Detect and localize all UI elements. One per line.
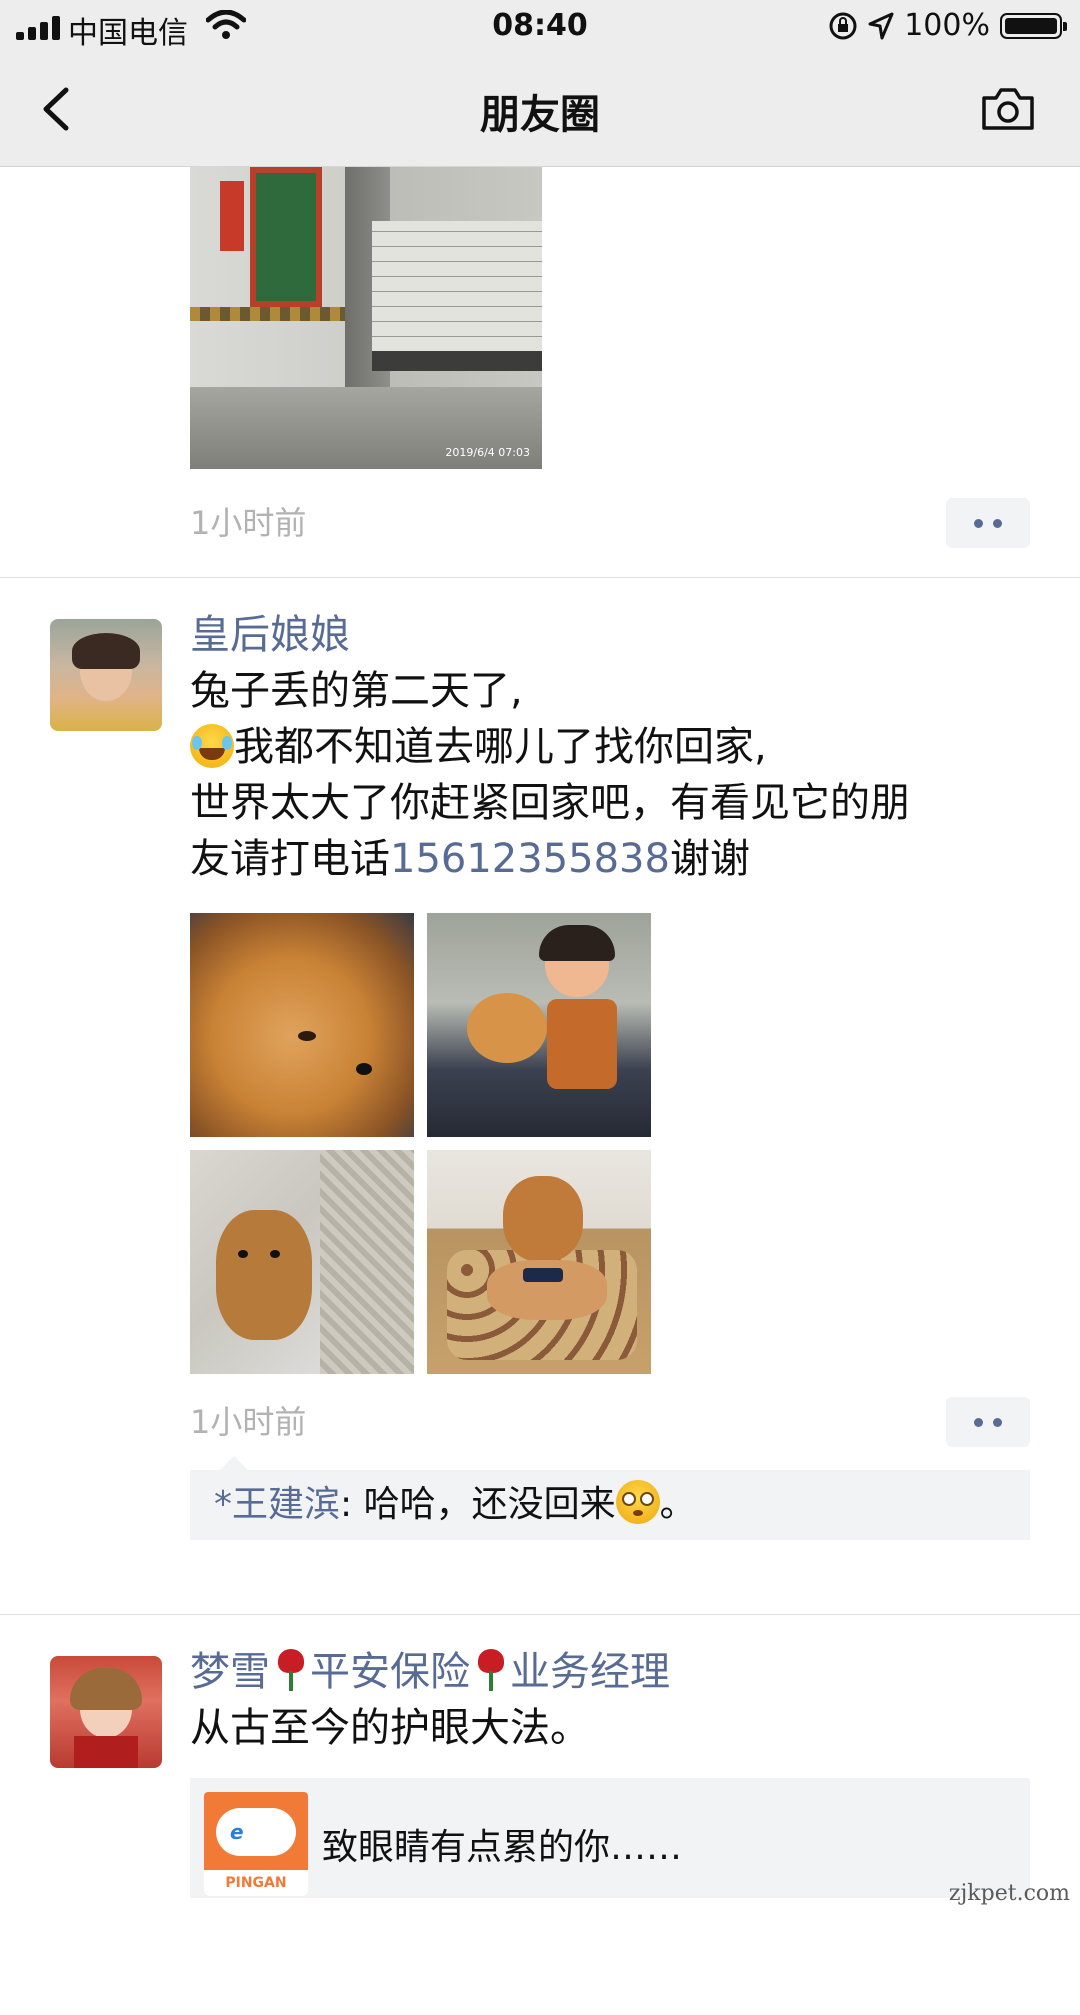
camera-icon[interactable] bbox=[980, 86, 1036, 132]
rotation-lock-icon bbox=[829, 12, 857, 39]
post-photo[interactable]: 2019/6/4 07:03 bbox=[190, 167, 542, 469]
pingan-logo: e PINGAN bbox=[204, 1792, 308, 1896]
shared-link-card[interactable]: e PINGAN 致眼睛有点累的你…… bbox=[190, 1778, 1030, 1898]
laughing-tears-emoji-icon bbox=[190, 724, 234, 768]
top-bar: 中国电信 08:40 100% 朋友圈 bbox=[0, 0, 1080, 167]
post-text: 兔子丢的第二天了, 我都不知道去哪儿了找你回家, 世界太大了你赶紧回家吧，有看见… bbox=[190, 663, 1030, 887]
moment-post: 梦雪 平安保险 业务经理 从古至今的护眼大法。 e PINGAN 致眼睛有点累的你…… bbox=[0, 1615, 1080, 2015]
dog-photo[interactable] bbox=[190, 913, 414, 1137]
comment-text: 哈哈，还没回来 bbox=[363, 1484, 616, 1525]
comment-separator: : bbox=[340, 1484, 364, 1525]
rose-icon bbox=[270, 1647, 310, 1691]
more-actions-button[interactable] bbox=[946, 498, 1030, 548]
shared-link-title: 致眼睛有点累的你…… bbox=[322, 1827, 683, 1868]
author-name[interactable]: 皇后娘娘 bbox=[190, 607, 1030, 663]
battery-icon bbox=[1000, 12, 1067, 39]
avatar[interactable] bbox=[50, 1656, 162, 1768]
post-line: 世界太大了你赶紧回家吧，有看见它的朋 bbox=[190, 780, 910, 826]
moment-post: 2019/6/4 07:03 1小时前 bbox=[0, 167, 1080, 578]
location-icon bbox=[868, 12, 894, 39]
photo-timestamp: 2019/6/4 07:03 bbox=[445, 446, 530, 459]
comment-tail: 。 bbox=[659, 1484, 696, 1525]
post-line-wrap: 我都不知道去哪儿了找你回家, bbox=[190, 719, 1030, 775]
logo-caption: PINGAN bbox=[204, 1870, 308, 1896]
post-line-wrap: 友请打电话15612355838谢谢 bbox=[190, 831, 1030, 887]
commenter-name[interactable]: *王建滨 bbox=[214, 1484, 340, 1525]
photo-grid bbox=[190, 913, 1030, 1374]
author-name-part: 平安保险 bbox=[310, 1649, 470, 1695]
page-title: 朋友圈 bbox=[480, 92, 600, 138]
post-time: 1小时前 bbox=[190, 1403, 307, 1441]
post-time: 1小时前 bbox=[190, 504, 307, 542]
post-line: 友请打电话 bbox=[190, 836, 390, 882]
dog-photo[interactable] bbox=[427, 1150, 651, 1374]
status-right: 100% bbox=[828, 8, 1067, 43]
author-name[interactable]: 梦雪 平安保险 业务经理 bbox=[190, 1644, 1030, 1700]
post-meta: 1小时前 bbox=[190, 1392, 1030, 1452]
post-line: 我都不知道去哪儿了找你回家, bbox=[234, 724, 767, 770]
moments-feed: 2019/6/4 07:03 1小时前 皇后娘娘 兔子丢的第二天了, 我都不知道… bbox=[0, 167, 1080, 2015]
author-name-part: 业务经理 bbox=[510, 1649, 670, 1695]
comments-box: *王建滨: 哈哈，还没回来 。 bbox=[190, 1456, 1030, 1540]
avatar[interactable] bbox=[50, 619, 162, 731]
post-text: 从古至今的护眼大法。 bbox=[190, 1705, 590, 1751]
moment-post: 皇后娘娘 兔子丢的第二天了, 我都不知道去哪儿了找你回家, 世界太大了你赶紧回家… bbox=[0, 578, 1080, 1615]
rose-icon bbox=[470, 1647, 510, 1691]
battery-percent: 100% bbox=[904, 8, 990, 43]
nav-bar: 朋友圈 bbox=[0, 52, 1080, 166]
dog-photo[interactable] bbox=[427, 913, 651, 1137]
post-meta: 1小时前 bbox=[190, 493, 1030, 553]
dog-photo[interactable] bbox=[190, 1150, 414, 1374]
author-name-part: 梦雪 bbox=[190, 1649, 270, 1695]
status-bar: 中国电信 08:40 100% bbox=[0, 0, 1080, 52]
flushed-emoji-icon bbox=[615, 1480, 660, 1524]
post-line-tail: 谢谢 bbox=[669, 836, 750, 882]
post-line: 兔子丢的第二天了, bbox=[190, 668, 523, 714]
more-actions-button[interactable] bbox=[946, 1397, 1030, 1447]
watermark: zjkpet.com bbox=[948, 1881, 1070, 1906]
phone-number-link[interactable]: 15612355838 bbox=[390, 836, 670, 882]
